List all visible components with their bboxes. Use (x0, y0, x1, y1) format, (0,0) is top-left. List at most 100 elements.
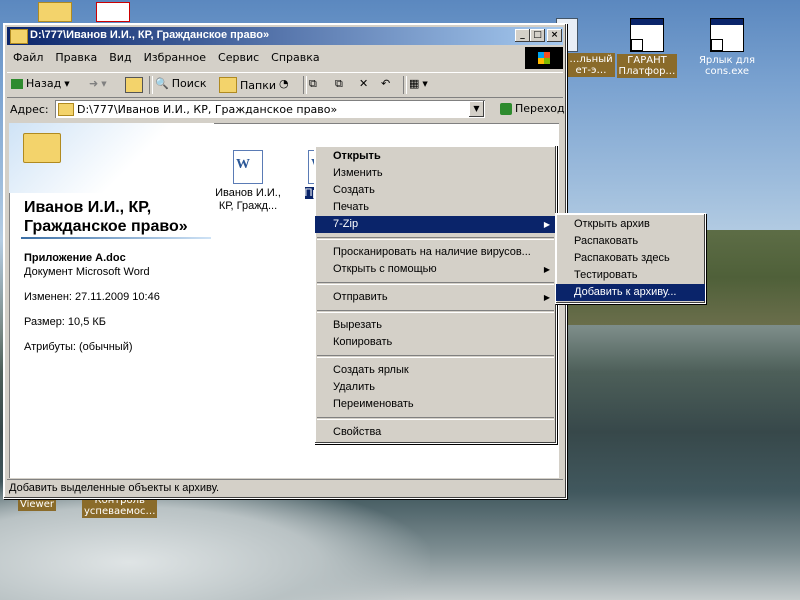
address-input[interactable]: D:\777\Иванов И.И., КР, Гражданское прав… (55, 100, 485, 118)
menu-separator (317, 237, 554, 240)
title-bar[interactable]: D:\777\Иванов И.И., КР, Гражданское прав… (7, 27, 563, 45)
forward-button[interactable]: ➜ ▼ (89, 77, 107, 90)
application-icon: ↗ (710, 18, 744, 52)
desktop-icon-label: Viewer (18, 498, 56, 511)
chevron-down-icon[interactable]: ▼ (469, 101, 484, 117)
file-item[interactable]: W Иванов И.И., КР, Гражд... (212, 150, 284, 213)
back-arrow-icon (11, 78, 23, 89)
submenu-item-test[interactable]: Тестировать (556, 267, 705, 284)
file-name: Иванов И.И., КР, Гражд... (215, 187, 281, 212)
menu-separator (317, 310, 554, 313)
selected-file-modified: Изменен: 27.11.2009 10:46 (24, 291, 160, 303)
up-button[interactable] (125, 77, 143, 93)
details-panel: Иванов И.И., КР, Гражданское право» Прил… (9, 123, 214, 478)
menu-separator (317, 417, 554, 420)
divider (21, 237, 211, 239)
go-button[interactable]: Переход (500, 102, 565, 115)
desktop-icon-label: Ярлык для cons.exe (698, 55, 756, 77)
status-bar: Добавить выделенные объекты к архиву. (7, 479, 563, 496)
search-label: Поиск (171, 77, 207, 90)
move-to-button[interactable]: ⧉ (309, 77, 317, 91)
context-menu: Открыть Изменить Создать Печать 7-Zip ▶ П… (314, 145, 557, 444)
search-button[interactable]: 🔍 Поиск (155, 77, 207, 90)
menu-separator (317, 282, 554, 285)
menu-item-7zip[interactable]: 7-Zip ▶ (315, 216, 556, 233)
go-arrow-icon (500, 102, 512, 115)
chevron-down-icon: ▼ (101, 79, 107, 88)
submenu-arrow-icon: ▶ (543, 220, 550, 229)
back-button[interactable]: Назад ▼ (11, 77, 70, 90)
window-title: D:\777\Иванов И.И., КР, Гражданское прав… (30, 29, 270, 41)
folder-up-icon (125, 77, 143, 93)
selected-file-type: Документ Microsoft Word (24, 266, 150, 278)
folder-icon (10, 29, 28, 44)
menu-view[interactable]: Вид (103, 49, 137, 66)
menu-separator (317, 355, 554, 358)
chevron-down-icon: ▼ (64, 79, 70, 88)
folder-icon (58, 103, 74, 116)
menu-item-create-shortcut[interactable]: Создать ярлык (315, 362, 556, 379)
submenu-item-extract[interactable]: Распаковать (556, 233, 705, 250)
undo-button[interactable]: ↶ (381, 77, 390, 90)
menu-item-delete[interactable]: Удалить (315, 379, 556, 396)
menu-item-cut[interactable]: Вырезать (315, 317, 556, 334)
application-icon: ↗ (630, 18, 664, 52)
delete-button[interactable]: ✕ (359, 77, 368, 90)
submenu-item-add-to-archive[interactable]: Добавить к архиву... (556, 284, 705, 301)
address-value: D:\777\Иванов И.И., КР, Гражданское прав… (77, 103, 338, 116)
menu-item-print[interactable]: Печать (315, 199, 556, 216)
menu-item-send-to[interactable]: Отправить ▶ (315, 289, 556, 306)
windows-logo-icon (525, 47, 563, 69)
go-label: Переход (515, 102, 565, 115)
folder-icon (23, 133, 61, 163)
folders-label: Папки (240, 78, 276, 92)
close-button[interactable]: × (547, 29, 562, 42)
maximize-button[interactable]: □ (530, 29, 545, 42)
menu-item-copy[interactable]: Копировать (315, 334, 556, 351)
menu-bar: Файл Правка Вид Избранное Сервис Справка (7, 49, 525, 67)
menu-item-properties[interactable]: Свойства (315, 424, 556, 441)
menu-favorites[interactable]: Избранное (138, 49, 212, 66)
menu-tools[interactable]: Сервис (212, 49, 265, 66)
menu-item-scan-virus[interactable]: Просканировать на наличие вирусов... (315, 244, 556, 261)
menu-item-new[interactable]: Создать (315, 182, 556, 199)
address-bar: Адрес: D:\777\Иванов И.И., КР, Гражданск… (7, 99, 565, 121)
desktop-icon-label: …льный ет-э… (567, 53, 615, 77)
submenu-arrow-icon: ▶ (543, 265, 550, 274)
selected-file-size: Размер: 10,5 КБ (24, 316, 107, 328)
history-icon: ◔ (279, 77, 289, 90)
desktop-icon-label: ГАРАНТ Платфор… (616, 54, 678, 78)
toolbar: Назад ▼ ➜ ▼ 🔍 Поиск Папки ◔ ⧉ ⧉ ✕ ↶ ▦ ▼ (7, 72, 563, 98)
desktop-icon-cons[interactable]: ↗ Ярлык для cons.exe (692, 18, 762, 78)
submenu-item-extract-here[interactable]: Распаковать здесь (556, 250, 705, 267)
desktop-icon-acrobat[interactable] (78, 2, 148, 24)
move-to-icon: ⧉ (309, 77, 317, 90)
submenu-item-open-archive[interactable]: Открыть архив (556, 216, 705, 233)
views-button[interactable]: ▦ ▼ (409, 77, 428, 90)
copy-to-button[interactable]: ⧉ (335, 77, 343, 91)
menu-item-edit[interactable]: Изменить (315, 165, 556, 182)
menu-item-rename[interactable]: Переименовать (315, 396, 556, 413)
folders-button[interactable]: Папки (219, 77, 276, 93)
toolbar-separator (403, 76, 407, 94)
panel-title: Иванов И.И., КР, Гражданское право» (24, 199, 188, 235)
menu-help[interactable]: Справка (265, 49, 325, 66)
forward-arrow-icon: ➜ (89, 77, 99, 90)
menu-edit[interactable]: Правка (49, 49, 103, 66)
selected-file-attributes: Атрибуты: (обычный) (24, 341, 133, 353)
history-button[interactable]: ◔ (279, 77, 289, 90)
chevron-down-icon: ▼ (422, 79, 428, 88)
menu-item-open[interactable]: Открыть (315, 148, 556, 165)
menu-file[interactable]: Файл (7, 49, 49, 66)
menu-item-open-with[interactable]: Открыть с помощью ▶ (315, 261, 556, 278)
minimize-button[interactable]: _ (515, 29, 530, 42)
acrobat-icon (96, 2, 130, 22)
copy-to-icon: ⧉ (335, 77, 343, 90)
search-icon: 🔍 (155, 77, 169, 90)
desktop-icon-viewer[interactable]: Viewer (2, 498, 72, 511)
status-text: Добавить выделенные объекты к архиву. (9, 482, 220, 494)
undo-icon: ↶ (381, 77, 391, 90)
submenu-7zip: Открыть архив Распаковать Распаковать зд… (555, 213, 706, 304)
desktop-icon-garant[interactable]: ↗ ГАРАНТ Платфор… (612, 18, 682, 78)
toolbar-separator (303, 76, 307, 94)
